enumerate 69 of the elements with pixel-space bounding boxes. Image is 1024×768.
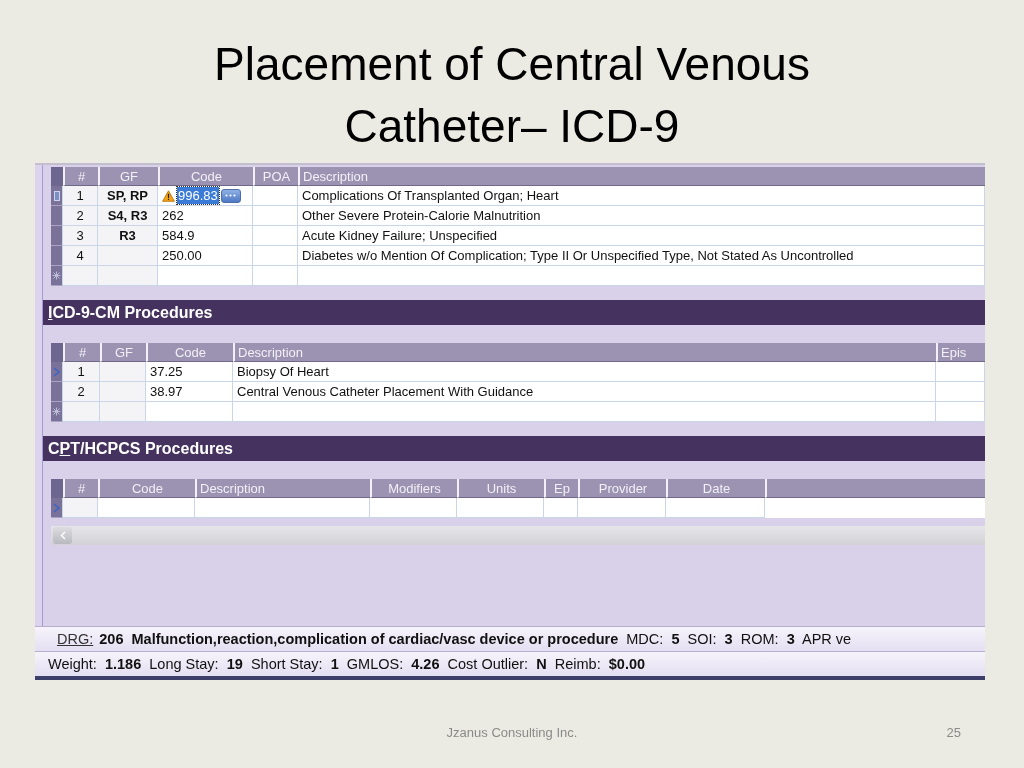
row-header <box>51 479 63 498</box>
table-cell: 4 <box>63 246 98 266</box>
table-cell: 2 <box>63 382 100 402</box>
table-cell: 3 <box>63 226 98 246</box>
column-header: # <box>63 343 100 362</box>
code-value[interactable]: 996.83 <box>177 187 219 204</box>
row-header[interactable] <box>51 382 63 402</box>
code-cell[interactable]: 996.83 <box>158 186 253 206</box>
column-header: POA <box>253 167 298 186</box>
asterisk-icon <box>52 271 61 280</box>
scroll-left-button[interactable] <box>53 527 72 544</box>
table-cell: 262 <box>158 206 253 226</box>
table-cell: 2 <box>63 206 98 226</box>
column-header: Description <box>233 343 936 362</box>
column-header: Code <box>158 167 253 186</box>
table-cell: R3 <box>98 226 158 246</box>
column-header: Units <box>457 479 544 498</box>
column-header: GF <box>100 343 146 362</box>
row-header <box>51 167 63 186</box>
table-cell: S4, R3 <box>98 206 158 226</box>
column-header: # <box>63 167 98 186</box>
slide-title: Placement of Central Venous Catheter– ICD-9 <box>213 37 811 154</box>
ellipsis-button[interactable] <box>220 188 241 203</box>
table-cell: 1 <box>63 362 100 382</box>
column-header: Code <box>98 479 195 498</box>
column-header: Ep <box>544 479 578 498</box>
column-header: # <box>63 479 98 498</box>
table-cell: Biopsy Of Heart <box>233 362 936 382</box>
footer-text: Jzanus Consulting Inc. <box>446 725 578 740</box>
chevron-right-icon <box>53 366 60 377</box>
table-cell: 250.00 <box>158 246 253 266</box>
row-header[interactable] <box>51 186 63 206</box>
row-header[interactable] <box>51 206 63 226</box>
table-cell: Diabetes w/o Mention Of Complication; Type II Or Unspecified Type, Not Stated As Uncontrolled <box>298 246 985 266</box>
row-header[interactable] <box>51 266 63 286</box>
section-title: CPT/HCPCS Procedures <box>43 436 985 461</box>
ellipsis-icon <box>225 194 237 197</box>
row-header[interactable] <box>51 402 63 422</box>
table-cell: Acute Kidney Failure; Unspecified <box>298 226 985 246</box>
table-cell: SP, RP <box>98 186 158 206</box>
table-cell: 584.9 <box>158 226 253 246</box>
column-header: Date <box>666 479 765 498</box>
table-cell: Complications Of Transplanted Organ; Heart <box>298 186 985 206</box>
column-header: GF <box>98 167 158 186</box>
column-header: Modifiers <box>370 479 457 498</box>
chevron-right-icon <box>53 502 60 513</box>
section-title: ICD-9-CM Procedures <box>43 300 985 325</box>
row-header[interactable] <box>51 246 63 266</box>
column-header: Provider <box>578 479 666 498</box>
column-header: Epis <box>936 343 985 362</box>
row-header[interactable] <box>51 498 63 518</box>
chevron-left-icon <box>59 531 66 540</box>
drg-summary: 206 Malfunction,reaction,complication of cardiac/vasc device or procedure MDC: 5 SOI: 3 ROM: 3 APR ve <box>99 631 852 647</box>
column-header: Description <box>298 167 985 186</box>
row-marker-icon <box>53 190 60 201</box>
row-header[interactable] <box>51 226 63 246</box>
table-cell: 38.97 <box>146 382 233 402</box>
row-header <box>51 343 63 362</box>
stats-summary: Weight: 1.186 Long Stay: 19 Short Stay: 1 GMLOS: 4.26 Cost Outlier: N Reimb: $0.00 <box>48 656 646 672</box>
column-header: Code <box>146 343 233 362</box>
table-cell: 1 <box>63 186 98 206</box>
asterisk-icon <box>52 407 61 416</box>
table-cell: Central Venous Catheter Placement With Guidance <box>233 382 936 402</box>
table-cell: Other Severe Protein-Calorie Malnutrition <box>298 206 985 226</box>
drg-link[interactable]: DRG: <box>57 631 94 647</box>
page-number: 25 <box>945 725 962 740</box>
column-header: Description <box>195 479 370 498</box>
table-cell: 37.25 <box>146 362 233 382</box>
row-header[interactable] <box>51 362 63 382</box>
